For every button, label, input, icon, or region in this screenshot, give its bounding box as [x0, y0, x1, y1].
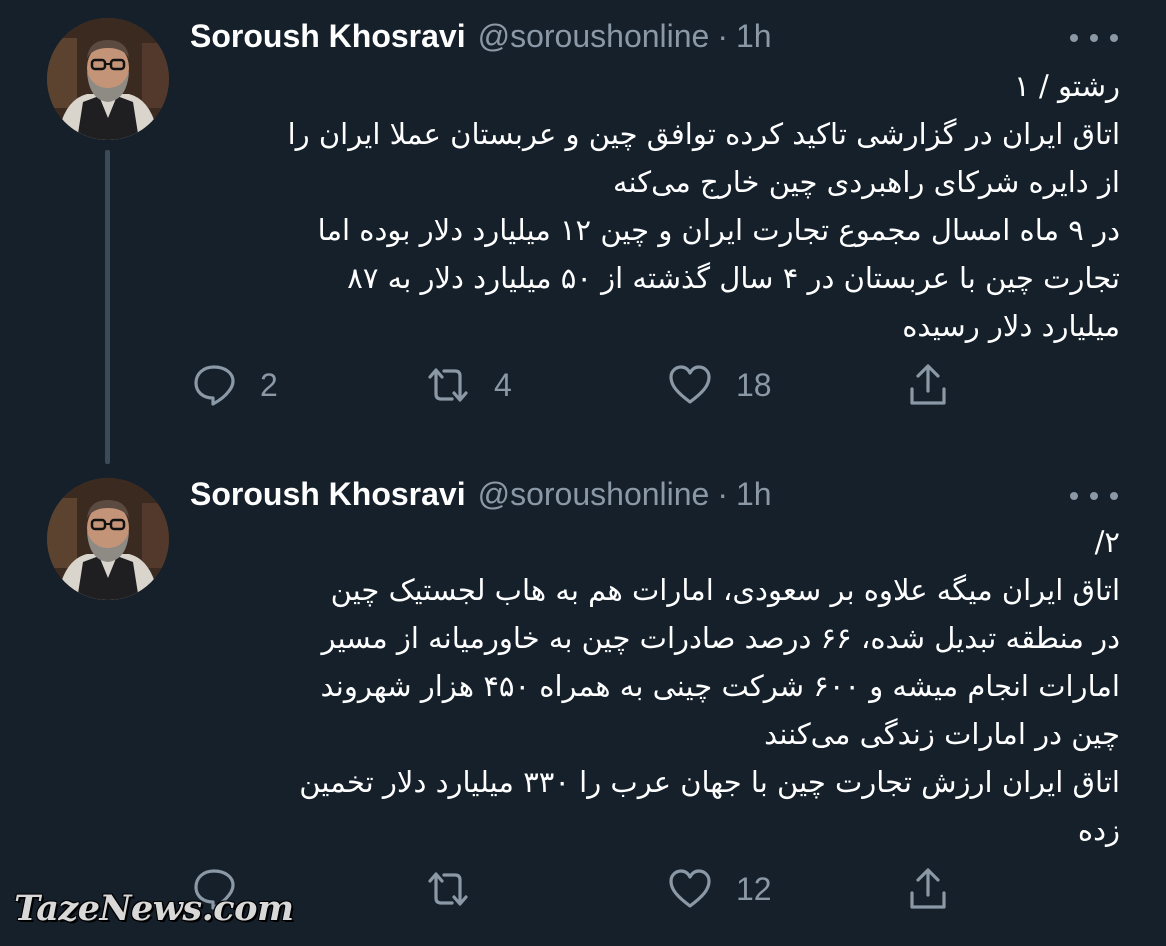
tweet-header: Soroush Khosravi @soroushonline · 1h: [190, 16, 772, 56]
retweet-button[interactable]: [424, 864, 494, 914]
author-name[interactable]: Soroush Khosravi: [190, 18, 466, 55]
tweet-text-line: در منطقه تبدیل شده، ۶۶ درصد صادرات چین ب…: [321, 621, 1120, 655]
avatar[interactable]: [47, 18, 169, 140]
separator: ·: [717, 475, 728, 512]
tweet-text-line: رشتو / ۱: [1014, 69, 1120, 103]
like-count: 18: [736, 366, 772, 403]
like-count: 12: [736, 870, 772, 907]
tweet-text-line: اتاق ایران ارزش تجارت چین با جهان عرب را…: [299, 765, 1120, 799]
heart-icon: [669, 869, 711, 908]
action-bar: 2 4 18: [190, 360, 990, 410]
more-icon[interactable]: [1070, 26, 1118, 50]
timestamp[interactable]: 1h: [736, 18, 772, 55]
tweet-text: ۲/ اتاق ایران میگه علاوه بر سعودی، امارا…: [190, 518, 1120, 854]
share-icon: [910, 868, 946, 909]
author-handle[interactable]: @soroushonline: [478, 476, 710, 513]
reply-icon: [194, 365, 235, 406]
timestamp[interactable]: 1h: [736, 476, 772, 513]
more-icon[interactable]: [1070, 484, 1118, 508]
reply-count: 2: [260, 366, 278, 403]
share-button[interactable]: [904, 864, 952, 914]
tweet-text-line: در ۹ ماه امسال مجموع تجارت ایران و چین ۱…: [317, 213, 1120, 247]
heart-icon: [669, 365, 711, 404]
tweet-text-line: میلیارد دلار رسیده: [902, 309, 1120, 343]
thread-connector: [105, 150, 110, 464]
tweet[interactable]: Soroush Khosravi @soroushonline · 1h ۲/ …: [0, 462, 1166, 946]
tweet-text-line: اتاق ایران در گزارشی تاکید کرده توافق چی…: [287, 117, 1120, 151]
tweet-text-line: از دایره شرکای راهبردی چین خارج می‌کنه: [612, 165, 1120, 199]
tweet-text-line: زده: [1077, 813, 1120, 847]
like-button[interactable]: 12: [666, 864, 772, 914]
tweet-text-line: ۲/: [1094, 525, 1120, 559]
watermark: TazeNews.com: [14, 888, 294, 929]
action-bar: 12: [190, 864, 990, 914]
share-icon: [910, 364, 946, 405]
like-button[interactable]: 18: [666, 360, 772, 410]
retweet-button[interactable]: 4: [424, 360, 512, 410]
author-handle[interactable]: @soroushonline: [478, 18, 710, 55]
share-button[interactable]: [904, 360, 952, 410]
separator: ·: [717, 17, 728, 54]
tweet[interactable]: Soroush Khosravi @soroushonline · 1h رشت…: [0, 0, 1166, 464]
tweet-text-line: اتاق ایران میگه علاوه بر سعودی، امارات ه…: [330, 573, 1120, 607]
tweet-text: رشتو / ۱ اتاق ایران در گزارشی تاکید کرده…: [190, 62, 1120, 350]
retweet-count: 4: [494, 366, 512, 403]
tweet-text-line: امارات انجام میشه و ۶۰۰ شرکت چینی به همر…: [320, 669, 1120, 703]
reply-button[interactable]: 2: [190, 360, 278, 410]
tweet-text-line: چین در امارات زندگی می‌کنند: [764, 717, 1120, 751]
retweet-icon: [428, 872, 468, 906]
tweet-text-line: تجارت چین با عربستان در ۴ سال گذشته از ۵…: [347, 261, 1120, 295]
avatar[interactable]: [47, 478, 169, 600]
retweet-icon: [428, 368, 468, 402]
tweet-header: Soroush Khosravi @soroushonline · 1h: [190, 474, 772, 514]
author-name[interactable]: Soroush Khosravi: [190, 476, 466, 513]
